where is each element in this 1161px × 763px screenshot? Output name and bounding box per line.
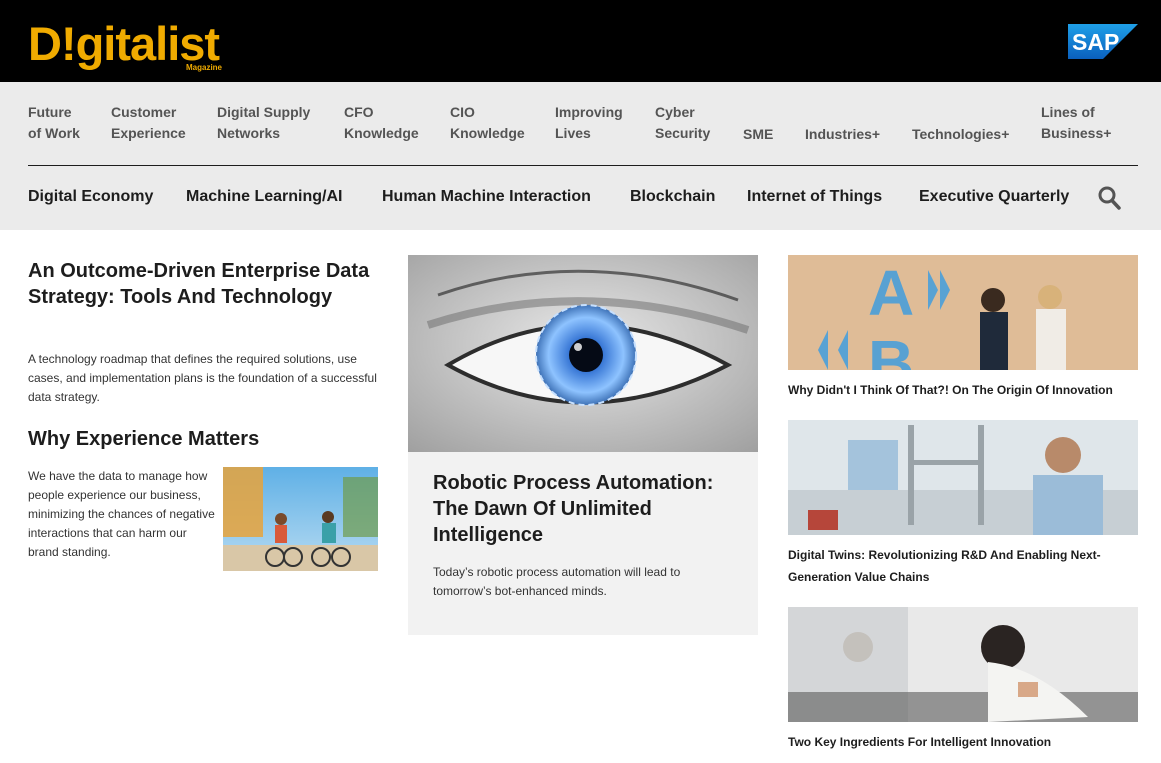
eye-photo bbox=[408, 255, 758, 452]
nav-label: Knowledge bbox=[344, 125, 419, 141]
cyclists-photo bbox=[223, 467, 378, 571]
lead-article-description: A technology roadmap that defines the re… bbox=[28, 352, 377, 404]
nav-label: Lines of bbox=[1041, 104, 1095, 120]
site-header: D!gitalist Magazine SAP bbox=[0, 0, 1161, 82]
nav-label: Customer bbox=[111, 104, 177, 120]
nav-label: Cyber bbox=[655, 104, 695, 120]
nav-industries[interactable]: Industries+ bbox=[805, 124, 880, 145]
side-article-title-1[interactable]: Why Didn't I Think Of That?! On The Orig… bbox=[788, 379, 1138, 401]
experience-article-description: We have the data to manage how people ex… bbox=[28, 469, 215, 559]
nav-label: CIO bbox=[450, 104, 475, 120]
digitalist-logo[interactable]: D!gitalist bbox=[28, 20, 220, 68]
featured-article-image[interactable] bbox=[408, 255, 758, 452]
featured-article-title[interactable]: Robotic Process Automation: The Dawn Of … bbox=[433, 470, 738, 548]
side-article-image-3[interactable] bbox=[788, 607, 1138, 722]
scientist-photo bbox=[788, 607, 1138, 722]
nav-future-of-work[interactable]: Future of Work bbox=[28, 102, 80, 144]
featured-article-description: Today’s robotic process automation will … bbox=[433, 565, 681, 598]
featured-article-card[interactable]: Robotic Process Automation: The Dawn Of … bbox=[408, 255, 758, 635]
nav-sme[interactable]: SME bbox=[743, 124, 773, 145]
nav-label: Improving bbox=[555, 104, 623, 120]
nav-lines-of-business[interactable]: Lines of Business+ bbox=[1041, 102, 1111, 144]
nav-label: Experience bbox=[111, 125, 186, 141]
logo-subtitle: Magazine bbox=[186, 63, 223, 72]
nav-label: Networks bbox=[217, 125, 281, 141]
nav-label: Security bbox=[655, 125, 711, 141]
search-icon[interactable] bbox=[1097, 185, 1121, 211]
nav-blockchain[interactable]: Blockchain bbox=[630, 188, 715, 206]
nav-digital-economy[interactable]: Digital Economy bbox=[28, 188, 153, 206]
nav-digital-supply-networks[interactable]: Digital Supply Networks bbox=[217, 102, 310, 144]
nav-technologies[interactable]: Technologies+ bbox=[912, 124, 1009, 145]
nav-customer-experience[interactable]: Customer Experience bbox=[111, 102, 186, 144]
nav-label: Lives bbox=[555, 125, 591, 141]
sap-logo-text: SAP bbox=[1072, 29, 1119, 55]
nav-improving-lives[interactable]: Improving Lives bbox=[555, 102, 623, 144]
nav-internet-of-things[interactable]: Internet of Things bbox=[747, 188, 882, 206]
svg-text:A: A bbox=[868, 257, 914, 329]
nav-label: Industries+ bbox=[805, 126, 881, 142]
nav-label: SME bbox=[743, 126, 774, 142]
nav-cio-knowledge[interactable]: CIO Knowledge bbox=[450, 102, 525, 144]
nav-label: of Work bbox=[28, 125, 80, 141]
navigation: Future of Work Customer Experience Digit… bbox=[0, 82, 1161, 230]
nav-label: Digital Supply bbox=[217, 104, 311, 120]
experience-article-title[interactable]: Why Experience Matters bbox=[28, 428, 259, 451]
nav-machine-learning-ai[interactable]: Machine Learning/AI bbox=[186, 188, 342, 206]
nav-label: Technologies+ bbox=[912, 126, 1010, 142]
innovation-photo: A B bbox=[788, 255, 1138, 370]
lead-article-title[interactable]: An Outcome-Driven Enterprise Data Strate… bbox=[28, 258, 378, 310]
nav-label: Business+ bbox=[1041, 125, 1112, 141]
experience-article-image[interactable] bbox=[223, 467, 378, 571]
nav-label: CFO bbox=[344, 104, 374, 120]
sap-logo[interactable]: SAP bbox=[1068, 24, 1138, 59]
primary-nav: Future of Work Customer Experience Digit… bbox=[28, 82, 1138, 166]
nav-cfo-knowledge[interactable]: CFO Knowledge bbox=[344, 102, 419, 144]
side-article-image-2[interactable] bbox=[788, 420, 1138, 535]
side-article-title-2[interactable]: Digital Twins: Revolutionizing R&D And E… bbox=[788, 544, 1138, 588]
secondary-nav: Digital Economy Machine Learning/AI Huma… bbox=[28, 166, 1138, 230]
nav-executive-quarterly[interactable]: Executive Quarterly bbox=[919, 188, 1069, 206]
svg-text:B: B bbox=[868, 327, 914, 370]
nav-cyber-security[interactable]: Cyber Security bbox=[655, 102, 710, 144]
nav-label: Knowledge bbox=[450, 125, 525, 141]
lab-photo bbox=[788, 420, 1138, 535]
nav-human-machine-interaction[interactable]: Human Machine Interaction bbox=[382, 188, 591, 206]
side-article-title-3[interactable]: Two Key Ingredients For Intelligent Inno… bbox=[788, 731, 1138, 753]
nav-label: Future bbox=[28, 104, 72, 120]
side-article-image-1[interactable]: A B bbox=[788, 255, 1138, 370]
